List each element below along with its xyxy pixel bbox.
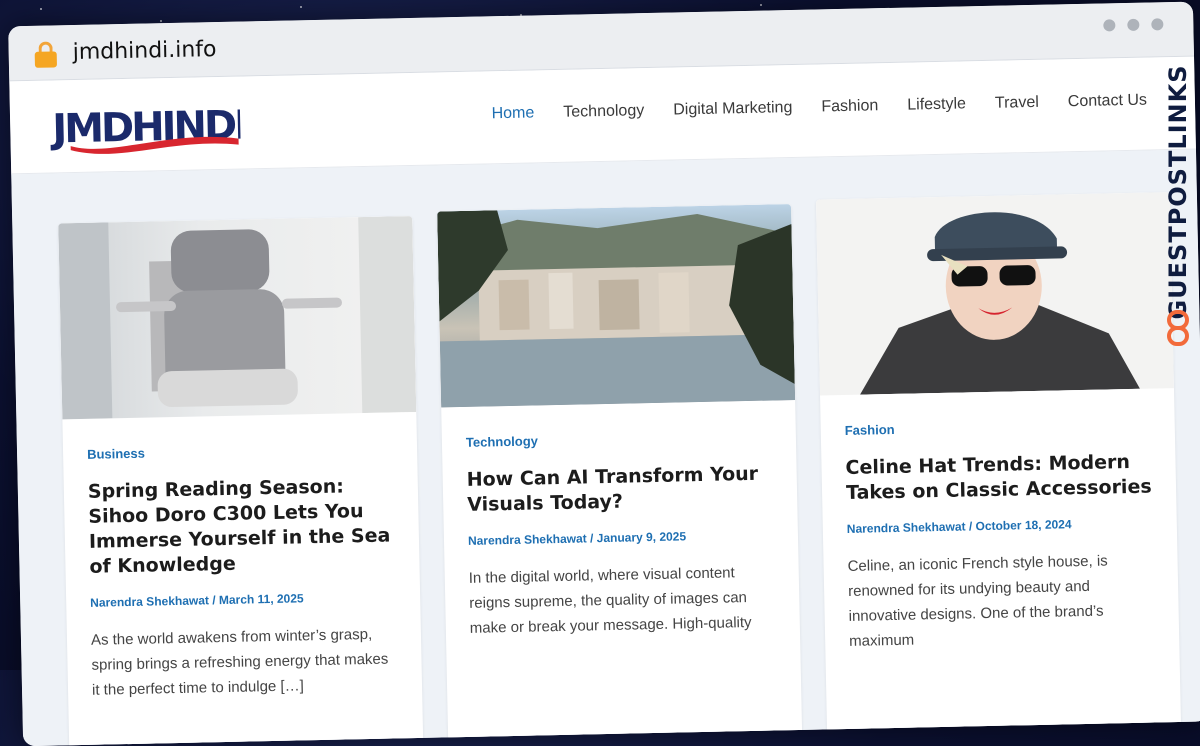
nav-digital-marketing[interactable]: Digital Marketing <box>673 99 793 119</box>
post-category[interactable]: Technology <box>466 429 772 450</box>
nav-contact-us[interactable]: Contact Us <box>1068 92 1148 112</box>
post-category[interactable]: Business <box>87 440 393 462</box>
post-category[interactable]: Fashion <box>845 417 1151 438</box>
post-title[interactable]: Celine Hat Trends: Modern Takes on Class… <box>845 450 1152 506</box>
post-excerpt: Celine, an iconic French style house, is… <box>847 552 1108 650</box>
posts-grid: Business Spring Reading Season: Sihoo Do… <box>11 149 1200 746</box>
post-meta[interactable]: Narendra Shekhawat / January 9, 2025 <box>468 527 774 548</box>
browser-window: jmdhindi.info JMDHINDI Home Technology D… <box>8 1 1200 746</box>
post-meta[interactable]: Narendra Shekhawat / March 11, 2025 <box>90 589 396 609</box>
post-card[interactable]: Fashion Celine Hat Trends: Modern Takes … <box>815 192 1182 746</box>
post-title[interactable]: Spring Reading Season: Sihoo Doro C300 L… <box>88 473 396 579</box>
post-card[interactable]: Technology How Can AI Transform Your Vis… <box>437 204 803 746</box>
post-thumbnail[interactable] <box>58 215 417 420</box>
watermark-text: GUESTPOSTLINKS <box>1164 64 1192 320</box>
site-logo[interactable]: JMDHINDI <box>50 99 241 159</box>
post-excerpt: In the digital world, where visual conte… <box>468 564 752 637</box>
main-nav: Home Technology Digital Marketing Fashio… <box>491 92 1147 124</box>
nav-fashion[interactable]: Fashion <box>821 97 878 116</box>
post-title[interactable]: How Can AI Transform Your Visuals Today? <box>466 461 773 517</box>
post-thumbnail[interactable] <box>437 204 796 408</box>
lock-icon <box>34 41 57 68</box>
nav-home[interactable]: Home <box>491 104 534 123</box>
window-dot-icon[interactable] <box>1151 18 1164 31</box>
post-card[interactable]: Business Spring Reading Season: Sihoo Do… <box>58 215 424 746</box>
post-meta[interactable]: Narendra Shekhawat / October 18, 2024 <box>847 516 1153 536</box>
post-excerpt: As the world awakens from winter’s grasp… <box>90 625 389 699</box>
link-icon <box>1167 310 1189 346</box>
window-controls <box>1103 18 1164 32</box>
url-text[interactable]: jmdhindi.info <box>72 37 216 65</box>
post-thumbnail[interactable] <box>815 192 1174 396</box>
window-dot-icon[interactable] <box>1127 18 1140 31</box>
window-dot-icon[interactable] <box>1103 19 1116 32</box>
nav-lifestyle[interactable]: Lifestyle <box>907 95 966 114</box>
nav-technology[interactable]: Technology <box>563 102 644 122</box>
guestpostlinks-watermark: GUESTPOSTLINKS <box>1160 58 1196 358</box>
nav-travel[interactable]: Travel <box>995 94 1039 113</box>
